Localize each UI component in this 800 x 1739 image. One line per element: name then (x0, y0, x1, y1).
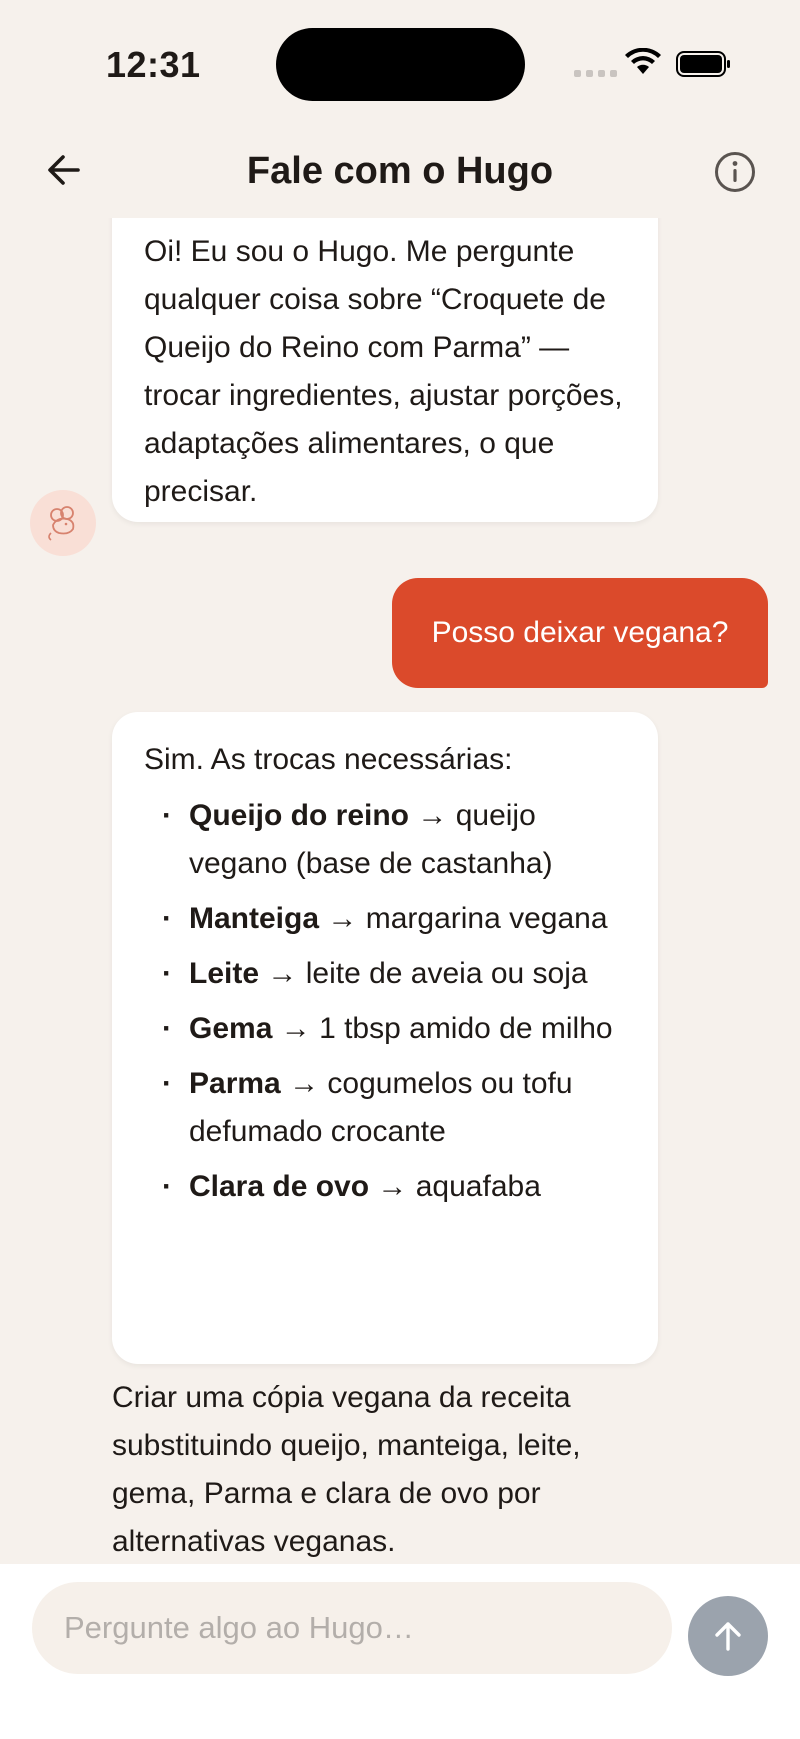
swap-from: Gema (189, 1012, 273, 1045)
swap-item: Gema → 1 tbsp amido de milho (162, 1005, 626, 1053)
battery-icon (676, 51, 730, 77)
swap-item: Leite → leite de aveia ou soja (162, 950, 626, 998)
page-title: Fale com o Hugo (246, 150, 554, 192)
status-time: 12:31 (106, 44, 201, 85)
swap-item: Manteiga → margarina vegana (162, 895, 626, 943)
swap-to: margarina vegana (365, 902, 608, 935)
arrow-up-icon (715, 1622, 741, 1651)
bot-message-answer: Sim. As trocas necessárias: Queijo do re… (112, 712, 658, 1364)
chat-thread[interactable]: Oi! Eu sou o Hugo. Me pergunte qualquer … (0, 218, 800, 1564)
swap-from: Parma (189, 1067, 281, 1100)
swap-to: leite de aveia ou soja (305, 957, 588, 990)
swap-item: Clara de ovo → aquafaba (162, 1163, 626, 1211)
cellular-signal-icon (574, 70, 617, 77)
swap-item: Parma → cogumelos ou tofu defumado croca… (162, 1060, 626, 1156)
swap-list: Queijo do reino → queijo vegano (base de… (144, 792, 626, 1211)
wifi-icon (625, 48, 661, 74)
swap-to: 1 tbsp amido de milho (319, 1012, 613, 1045)
arrow-right-icon: → (280, 1012, 311, 1045)
info-button[interactable] (713, 150, 757, 194)
swap-from: Manteiga (189, 902, 320, 935)
bot-followup-text: Criar uma cópia vegana da receita substi… (112, 1381, 581, 1558)
mouse-chef-icon (48, 506, 75, 541)
info-icon (715, 152, 755, 192)
user-message: Posso deixar vegana? (392, 578, 768, 688)
arrow-right-icon: → (267, 957, 298, 990)
send-button[interactable] (688, 1596, 768, 1676)
bot-message-text: Oi! Eu sou o Hugo. Me pergunte qualquer … (144, 235, 623, 508)
arrow-right-icon: → (377, 1170, 408, 1203)
swap-to: aquafaba (415, 1170, 541, 1203)
swap-from: Leite (189, 957, 260, 990)
hugo-avatar (30, 490, 96, 556)
arrow-right-icon: → (327, 902, 358, 935)
dynamic-island (276, 28, 525, 101)
swap-from: Queijo do reino (189, 799, 410, 832)
arrow-right-icon: → (417, 799, 448, 832)
bot-message-greeting: Oi! Eu sou o Hugo. Me pergunte qualquer … (112, 218, 658, 522)
status-bar: 12:31 (0, 0, 800, 120)
user-message-text: Posso deixar vegana? (431, 616, 729, 649)
arrow-right-icon: → (289, 1067, 320, 1100)
answer-intro: Sim. As trocas necessárias: (144, 743, 513, 776)
message-input[interactable] (32, 1582, 672, 1674)
message-input-wrapper[interactable] (32, 1582, 672, 1674)
swap-item: Queijo do reino → queijo vegano (base de… (162, 792, 626, 888)
composer (0, 1564, 800, 1739)
swap-from: Clara de ovo (189, 1170, 370, 1203)
